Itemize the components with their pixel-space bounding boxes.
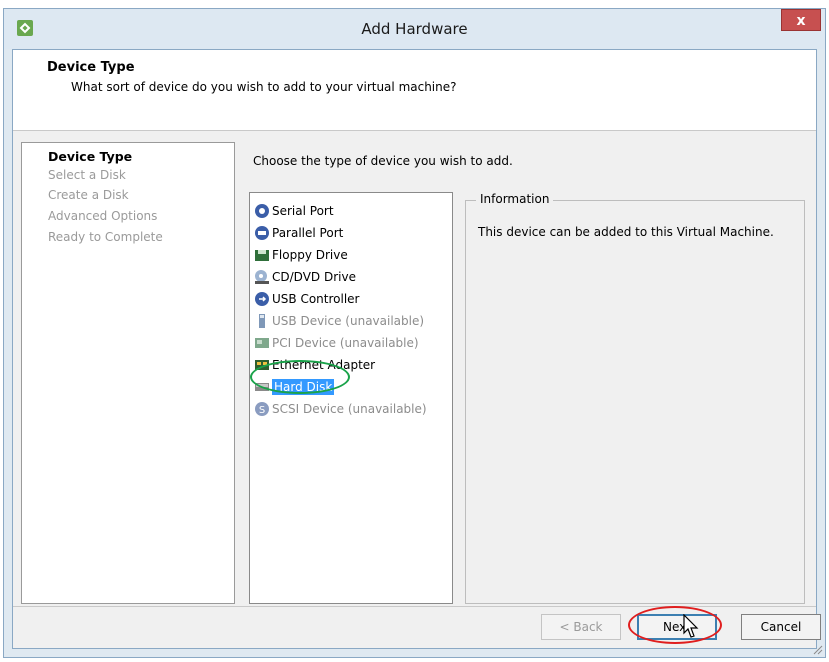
cancel-button[interactable]: Cancel xyxy=(741,614,821,640)
back-button[interactable]: < Back xyxy=(541,614,621,640)
device-item-floppy-drive[interactable]: Floppy Drive xyxy=(254,245,348,265)
add-hardware-window: Add Hardware x Device Type What sort of … xyxy=(3,8,826,658)
next-button-highlight-annotation xyxy=(628,606,722,644)
step-advanced-options: Advanced Options xyxy=(48,209,158,223)
floppy-drive-icon xyxy=(255,250,269,261)
mouse-cursor-icon xyxy=(683,614,699,638)
device-item-parallel-port[interactable]: Parallel Port xyxy=(254,223,343,243)
device-item-usb-device[interactable]: USB Device (unavailable) xyxy=(254,311,424,331)
step-ready-to-complete: Ready to Complete xyxy=(48,230,163,244)
step-create-disk: Create a Disk xyxy=(48,188,129,202)
device-item-scsi-device[interactable]: S SCSI Device (unavailable) xyxy=(254,399,427,419)
svg-text:S: S xyxy=(259,405,265,416)
title-bar[interactable]: Add Hardware x xyxy=(4,9,825,49)
step-device-type: Device Type xyxy=(48,149,133,164)
close-button[interactable]: x xyxy=(781,9,821,31)
header-title: Device Type xyxy=(47,60,135,75)
wizard-header: Device Type What sort of device do you w… xyxy=(13,50,816,131)
parallel-port-icon xyxy=(255,226,269,240)
device-item-usb-controller[interactable]: USB Controller xyxy=(254,289,359,309)
device-item-cd-dvd-drive[interactable]: CD/DVD Drive xyxy=(254,267,356,287)
scsi-device-icon: S xyxy=(255,402,269,416)
window-title: Add Hardware xyxy=(361,20,468,38)
hard-disk-highlight-annotation xyxy=(250,360,350,394)
information-groupbox: Information This device can be added to … xyxy=(465,192,805,604)
device-type-list[interactable]: Serial Port Parallel Port Floppy Drive C… xyxy=(249,192,453,604)
button-bar-separator xyxy=(13,606,816,607)
information-text: This device can be added to this Virtual… xyxy=(478,225,774,239)
device-item-pci-device[interactable]: PCI Device (unavailable) xyxy=(254,333,419,353)
dialog-client-area: Device Type What sort of device do you w… xyxy=(12,49,821,649)
serial-port-icon xyxy=(255,204,269,218)
step-select-disk: Select a Disk xyxy=(48,168,126,182)
cd-dvd-drive-icon xyxy=(255,270,269,284)
device-item-serial-port[interactable]: Serial Port xyxy=(254,201,334,221)
usb-controller-icon xyxy=(255,292,269,306)
pci-device-icon xyxy=(255,338,269,348)
header-subtitle: What sort of device do you wish to add t… xyxy=(71,80,457,94)
wizard-steps-panel: Device Type Select a Disk Create a Disk … xyxy=(21,142,235,604)
device-prompt: Choose the type of device you wish to ad… xyxy=(253,154,513,168)
information-legend: Information xyxy=(476,192,554,206)
resize-grip-icon[interactable] xyxy=(811,643,823,655)
usb-device-icon xyxy=(259,314,265,328)
